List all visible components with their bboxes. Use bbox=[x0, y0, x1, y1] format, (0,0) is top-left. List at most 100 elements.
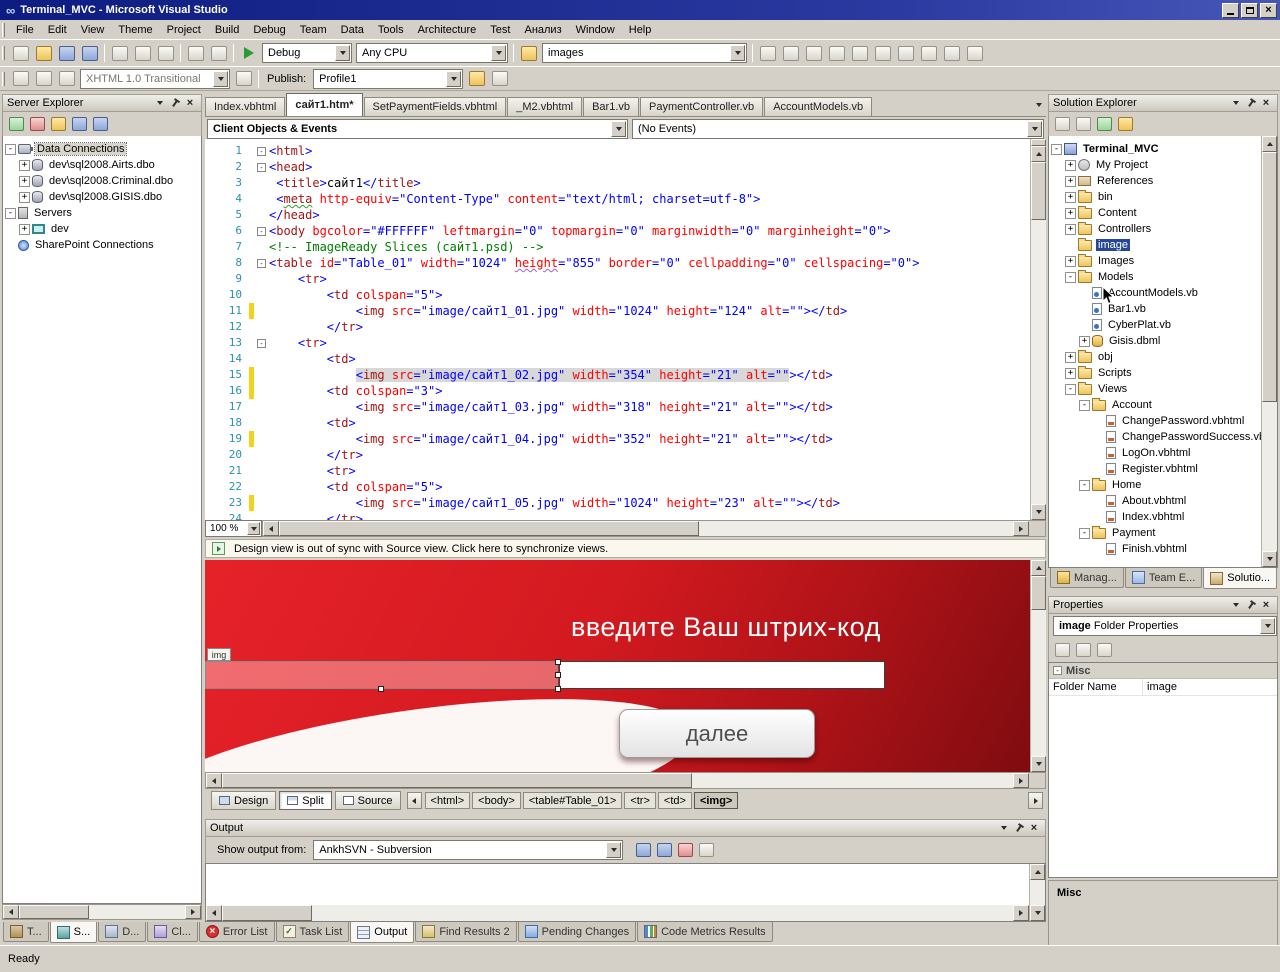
solution-item-logon.vbhtml[interactable]: LogOn.vbhtml bbox=[1049, 445, 1277, 461]
properties-object-combo[interactable]: image Folder Properties bbox=[1053, 616, 1277, 636]
breadcrumb-html[interactable]: <html> bbox=[424, 792, 471, 809]
tb-add-item-icon[interactable] bbox=[9, 42, 32, 64]
solution-explorer-header[interactable]: Solution Explorer × bbox=[1048, 94, 1278, 112]
pr-alphabetical-icon[interactable] bbox=[1073, 640, 1094, 660]
solution-item-changepassword.vbhtml[interactable]: ChangePassword.vbhtml bbox=[1049, 413, 1277, 429]
out-clear-all-icon[interactable] bbox=[675, 840, 696, 860]
solution-explorer-vscrollbar[interactable] bbox=[1261, 136, 1277, 567]
window-tab-s...[interactable]: S... bbox=[49, 922, 98, 943]
solution-item-obj[interactable]: + obj bbox=[1049, 349, 1277, 365]
editor-hscrollbar[interactable] bbox=[262, 520, 1046, 537]
code-line-22[interactable]: 22 <td colspan="5"> bbox=[205, 479, 1030, 495]
next-button[interactable]: далее bbox=[619, 709, 815, 758]
solution-item-content[interactable]: + Content bbox=[1049, 205, 1277, 221]
menu-build[interactable]: Build bbox=[208, 21, 246, 39]
tb-package-settings-icon[interactable] bbox=[488, 68, 511, 90]
solution-item-image[interactable]: image bbox=[1049, 237, 1277, 253]
tb-find-in-files-icon[interactable] bbox=[517, 42, 540, 64]
editor-vscrollbar[interactable] bbox=[1030, 139, 1046, 520]
solution-explorer-close-icon[interactable]: × bbox=[1259, 97, 1273, 110]
solution-item-bin[interactable]: + bin bbox=[1049, 189, 1277, 205]
output-pin-icon[interactable] bbox=[1012, 822, 1026, 835]
code-line-7[interactable]: 7 <!-- ImageReady Slices (сайт1.psd) --> bbox=[205, 239, 1030, 255]
right-tab-team-e...[interactable]: Team E... bbox=[1124, 568, 1203, 588]
resize-handle[interactable] bbox=[555, 659, 561, 665]
window-tab-pending-changes[interactable]: Pending Changes bbox=[517, 922, 637, 942]
window-tab-t...[interactable]: T... bbox=[3, 922, 49, 942]
properties-category-row[interactable]: - Misc bbox=[1049, 663, 1277, 679]
sx-show-all-files-icon[interactable] bbox=[1073, 114, 1094, 134]
tb-undo-icon[interactable] bbox=[184, 42, 207, 64]
right-tab-solutio...[interactable]: Solutio... bbox=[1203, 568, 1278, 589]
debug-configuration-combo[interactable]: Debug bbox=[262, 43, 352, 63]
tb-solution-explorer-icon[interactable] bbox=[756, 42, 779, 64]
resize-handle[interactable] bbox=[378, 686, 384, 692]
design-hscrollbar[interactable] bbox=[205, 772, 1046, 789]
server-explorer-hscrollbar[interactable] bbox=[2, 904, 202, 920]
doctype-combo[interactable]: XHTML 1.0 Transitional bbox=[80, 68, 230, 89]
solution-item-models[interactable]: - Models bbox=[1049, 269, 1277, 285]
server-item-dev-sql2008.gisis.dbo[interactable]: + dev\sql2008.GISIS.dbo bbox=[3, 189, 201, 205]
sx-web-publish-icon[interactable] bbox=[1115, 114, 1136, 134]
solution-item-finish.vbhtml[interactable]: Finish.vbhtml bbox=[1049, 541, 1277, 557]
properties-menu-icon[interactable] bbox=[1229, 599, 1243, 612]
menu-edit[interactable]: Edit bbox=[41, 21, 74, 39]
code-line-10[interactable]: 10 <td colspan="5"> bbox=[205, 287, 1030, 303]
tb-extension-manager-icon[interactable] bbox=[940, 42, 963, 64]
solution-item-gisis.dbml[interactable]: + Gisis.dbml bbox=[1049, 333, 1277, 349]
event-combo[interactable]: (No Events) bbox=[632, 118, 1044, 139]
solution-item-references[interactable]: + References bbox=[1049, 173, 1277, 189]
se-refresh-icon[interactable] bbox=[6, 114, 27, 134]
object-combo[interactable]: Client Objects & Events bbox=[207, 118, 628, 139]
sx-refresh-icon[interactable] bbox=[1094, 114, 1115, 134]
output-menu-icon[interactable] bbox=[997, 822, 1011, 835]
title-bar[interactable]: ∞ Terminal_MVC - Microsoft Visual Studio… bbox=[0, 0, 1280, 20]
editor-tab-bar1.vb[interactable]: Bar1.vb bbox=[583, 97, 640, 116]
design-view[interactable]: введите Ваш штрих-код img далее bbox=[205, 560, 1046, 772]
solution-item-bar1.vb[interactable]: Bar1.vb bbox=[1049, 301, 1277, 317]
code-line-12[interactable]: 12 </tr> bbox=[205, 319, 1030, 335]
code-line-21[interactable]: 21 <tr> bbox=[205, 463, 1030, 479]
sx-properties-icon[interactable] bbox=[1052, 114, 1073, 134]
code-lines[interactable]: 1- <html> 2- <head> 3 <title>сайт1</title> 4 … bbox=[205, 139, 1030, 520]
right-tab-manag...[interactable]: Manag... bbox=[1050, 568, 1124, 588]
properties-header[interactable]: Properties × bbox=[1048, 596, 1278, 614]
code-line-17[interactable]: 17 <img src="image/сайт1_03.jpg" width="… bbox=[205, 399, 1030, 415]
code-line-6[interactable]: 6- <body bgcolor="#FFFFFF" leftmargin="0"… bbox=[205, 223, 1030, 239]
code-line-20[interactable]: 20 </tr> bbox=[205, 447, 1030, 463]
code-line-23[interactable]: 23 <img src="image/сайт1_05.jpg" width="… bbox=[205, 495, 1030, 511]
menu-team[interactable]: Team bbox=[293, 21, 334, 39]
editor-tab-index.vbhtml[interactable]: Index.vbhtml bbox=[205, 97, 286, 116]
solution-item-changepasswordsuccess.vbhtml[interactable]: ChangePasswordSuccess.vbhtml bbox=[1049, 429, 1277, 445]
code-line-2[interactable]: 2- <head> bbox=[205, 159, 1030, 175]
publish-profile-combo[interactable]: Profile1 bbox=[313, 68, 464, 89]
design-sync-infobar[interactable]: Design view is out of sync with Source v… bbox=[205, 539, 1046, 558]
solution-item-index.vbhtml[interactable]: Index.vbhtml bbox=[1049, 509, 1277, 525]
event-combo-dropdown-icon[interactable] bbox=[1027, 120, 1042, 137]
out-word-wrap-icon[interactable] bbox=[696, 840, 717, 860]
tb-uncomment-lines-icon[interactable] bbox=[55, 68, 78, 90]
solution-item-scripts[interactable]: + Scripts bbox=[1049, 365, 1277, 381]
window-tab-code-metrics-results[interactable]: Code Metrics Results bbox=[637, 922, 773, 942]
editor-tab-accountmodels.vb[interactable]: AccountModels.vb bbox=[764, 97, 873, 116]
tb-save-all-icon[interactable] bbox=[78, 42, 101, 64]
window-tab-error-list[interactable]: Error List bbox=[198, 922, 275, 942]
editor-tab-paymentcontroller.vb[interactable]: PaymentController.vb bbox=[640, 97, 764, 116]
menu-file[interactable]: File bbox=[9, 21, 41, 39]
code-line-18[interactable]: 18 <td> bbox=[205, 415, 1030, 431]
se-add-server-icon[interactable] bbox=[69, 114, 90, 134]
close-button[interactable]: × bbox=[1260, 2, 1277, 18]
breadcrumb-td[interactable]: <td> bbox=[657, 792, 692, 809]
editor-tab-setpaymentfields.vbhtml[interactable]: SetPaymentFields.vbhtml bbox=[363, 97, 507, 116]
window-tab-cl...[interactable]: Cl... bbox=[147, 922, 198, 942]
zoom-dropdown-icon[interactable] bbox=[247, 522, 260, 535]
tb-start-debugging-icon[interactable] bbox=[237, 42, 260, 64]
pr-property-pages-icon[interactable] bbox=[1094, 640, 1115, 660]
property-value-folder-name[interactable]: image bbox=[1143, 679, 1277, 695]
solution-item-cyberplat.vb[interactable]: CyberPlat.vb bbox=[1049, 317, 1277, 333]
zoom-combo[interactable]: 100 % bbox=[205, 520, 262, 537]
design-vscrollbar[interactable] bbox=[1030, 560, 1046, 772]
design-canvas[interactable]: введите Ваш штрих-код img далее bbox=[205, 560, 1030, 772]
code-line-11[interactable]: 11 <img src="image/сайт1_01.jpg" width="… bbox=[205, 303, 1030, 319]
properties-close-icon[interactable]: × bbox=[1259, 599, 1273, 612]
